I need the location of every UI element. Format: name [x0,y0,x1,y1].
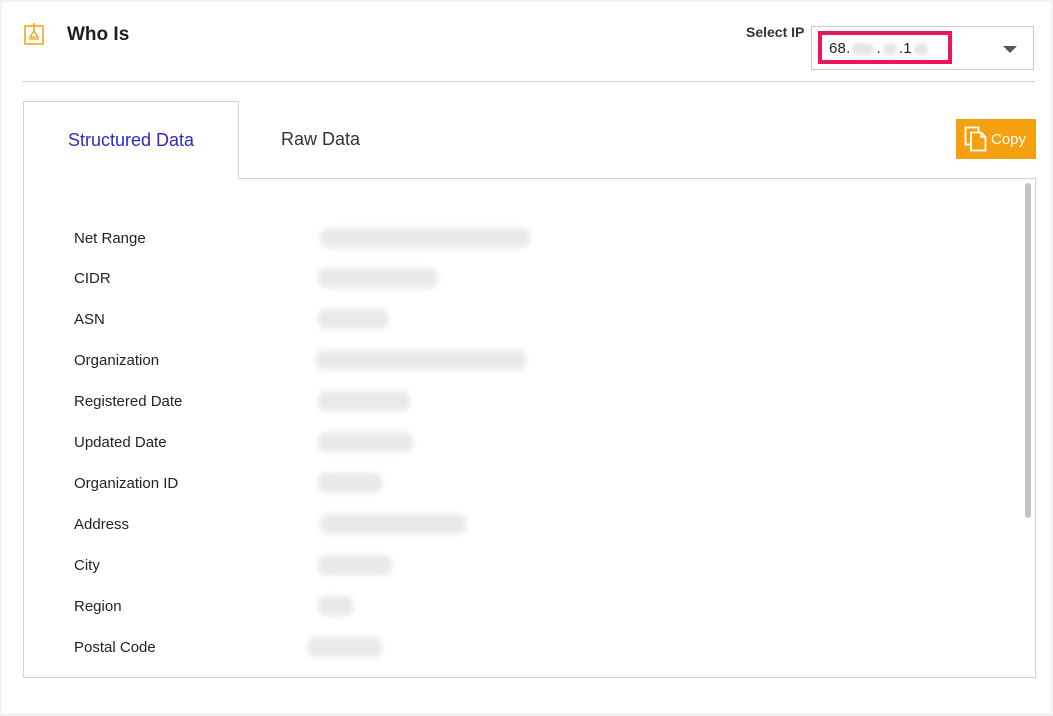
field-label: Organization [74,352,160,369]
field-label: Organization ID [74,475,179,492]
copy-button[interactable]: Copy [956,119,1036,159]
tab-structured-data[interactable]: Structured Data [23,101,239,179]
redacted-value [320,514,466,534]
redacted-segment [852,43,875,56]
page-title: Who Is [67,24,130,45]
redacted-value [320,228,530,248]
field-label: Updated Date [74,434,167,451]
field-label: ASN [74,311,105,328]
redacted-segment [882,43,897,56]
redacted-value [318,391,410,411]
field-label: Postal Code [74,639,156,656]
redacted-segment [913,43,928,56]
whois-panel: Who Is Select IP 68.. .1 Structured Data … [2,2,1051,713]
redacted-value [318,473,382,493]
structured-data-content: Net Range CIDR ASN Organization Register… [23,178,1036,678]
selected-ip-value: 68.. .1 [829,40,930,57]
field-label: City [74,557,100,574]
tab-raw-data[interactable]: Raw Data [239,101,402,178]
field-label: Registered Date [74,393,183,410]
field-label: CIDR [74,270,111,287]
redacted-value [318,596,353,616]
field-label: Region [74,598,122,615]
redacted-value [318,309,388,329]
select-ip-dropdown[interactable]: 68.. .1 [811,26,1034,70]
field-label: Address [74,516,130,533]
copy-label: Copy [991,130,1027,148]
redacted-value [316,350,526,370]
header-divider [22,81,1035,82]
scrollbar[interactable] [1025,183,1031,518]
redacted-value [318,555,392,575]
select-ip-label: Select IP [746,24,805,40]
redacted-value [308,637,382,657]
redacted-value [318,268,438,288]
field-label: Net Range [74,230,146,247]
redacted-value [318,432,413,452]
whois-icon [24,23,44,45]
chevron-down-icon[interactable] [1003,46,1017,53]
copy-icon [964,126,987,152]
